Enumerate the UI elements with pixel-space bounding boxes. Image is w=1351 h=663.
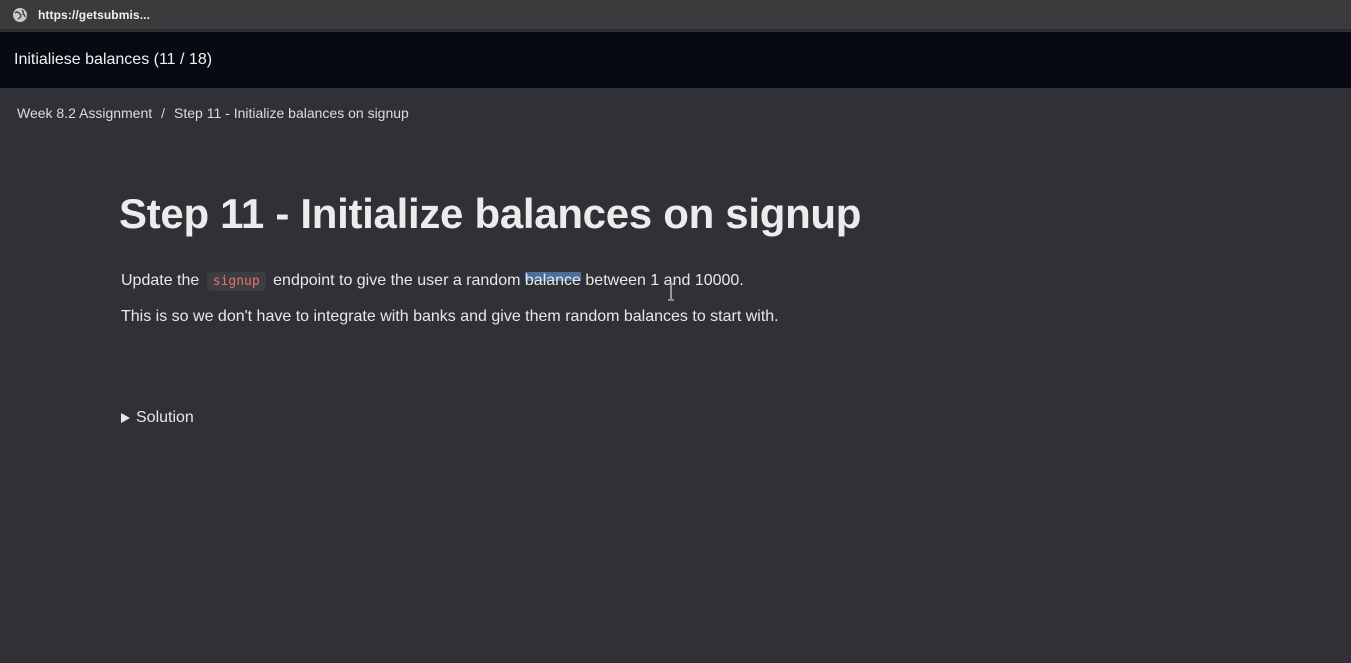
para-text-middle: endpoint to give the user a random [273, 272, 521, 289]
page-header: Initialiese balances (11 / 18) [0, 32, 1351, 88]
inline-code-signup: signup [206, 272, 266, 291]
selected-text: balance [524, 272, 581, 289]
para-text-after: between 1 and 10000. [585, 272, 744, 289]
solution-label: Solution [136, 409, 194, 426]
instruction-paragraph: Update the signup endpoint to give the u… [121, 272, 744, 291]
breadcrumb-item-step[interactable]: Step 11 - Initialize balances on signup [174, 105, 409, 121]
browser-url-bar[interactable]: https://getsubmis... [0, 0, 1351, 30]
para-text-before: Update the [121, 272, 200, 289]
url-text[interactable]: https://getsubmis... [38, 8, 150, 22]
disclosure-triangle-icon [121, 413, 130, 423]
breadcrumb-item-assignment[interactable]: Week 8.2 Assignment [17, 105, 152, 121]
explanation-paragraph: This is so we don't have to integrate wi… [121, 308, 779, 325]
text-cursor-icon [668, 283, 674, 301]
solution-toggle[interactable]: Solution [121, 409, 194, 427]
breadcrumb: Week 8.2 Assignment / Step 11 - Initiali… [17, 105, 409, 121]
header-title: Initialiese balances (11 / 18) [14, 51, 213, 68]
breadcrumb-separator: / [161, 105, 166, 121]
globe-icon [13, 7, 27, 22]
page-title: Step 11 - Initialize balances on signup [119, 190, 862, 237]
